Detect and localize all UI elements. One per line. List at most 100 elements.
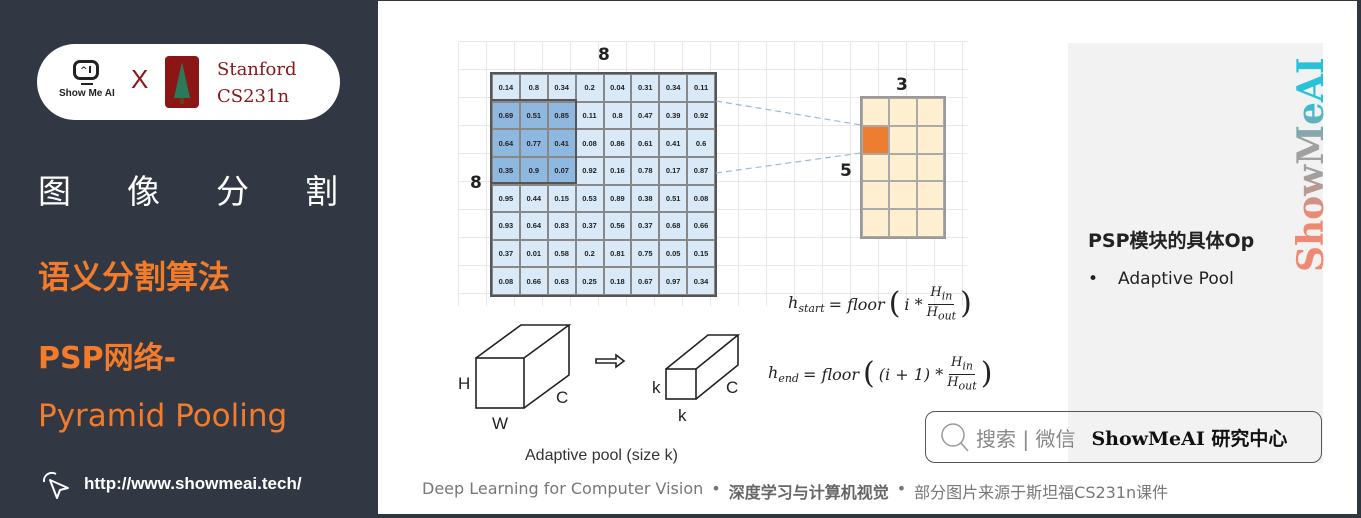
frac-den: H (926, 304, 938, 320)
matrix-cell: 0.35 (492, 156, 520, 185)
stanford-label: Stanford (217, 59, 297, 80)
matrix-cell: 0.34 (547, 74, 576, 102)
matrix-cell: 0.83 (547, 212, 576, 240)
matrix-cell: 0.05 (659, 239, 688, 268)
formula-lhs-sub: end (778, 372, 799, 386)
adaptive-pool-diagram: H W C k k C (458, 324, 741, 431)
matrix-cell: 0.87 (687, 156, 715, 185)
output-cell (889, 181, 917, 210)
projection-line-bottom (716, 152, 862, 174)
matrix-cell: 0.37 (631, 212, 660, 240)
matrix-cell: 0.2 (575, 239, 604, 268)
wechat-search-box[interactable]: 搜索 | 微信 ShowMeAI 研究中心 (925, 411, 1322, 463)
matrix-cell: 0.9 (519, 156, 548, 185)
matrix-cell: 0.14 (492, 74, 520, 102)
matrix-cell: 0.04 (603, 74, 632, 102)
output-cell (862, 153, 890, 182)
matrix-cell: 0.69 (492, 101, 520, 130)
matrix-cell: 0.34 (659, 74, 688, 102)
matrix-cell: 0.2 (575, 74, 604, 102)
matrix-cell: 0.68 (659, 212, 688, 240)
matrix-cell: 0.92 (575, 156, 604, 185)
matrix-cell: 0.08 (492, 267, 520, 295)
matrix-cell: 0.67 (631, 267, 660, 295)
footer-separator: • (711, 479, 721, 498)
output-cell (862, 181, 890, 210)
matrix-cell: 0.77 (519, 129, 548, 157)
matrix-cell: 0.51 (519, 101, 548, 130)
matrix-cell: 0.63 (547, 267, 576, 295)
output-cell (889, 153, 917, 182)
title-char: 割 (305, 172, 338, 211)
website-link[interactable]: http://www.showmeai.tech/ (38, 468, 302, 500)
frac-den: H (947, 374, 959, 390)
logo-banner: ^ Show Me AI X Stanford CS231n (37, 44, 340, 120)
matrix-cell: 0.18 (603, 267, 632, 295)
label-C-output: C (726, 378, 738, 397)
matrix-cell: 0.95 (492, 184, 520, 213)
formula-arg: (i + 1) * (878, 364, 944, 384)
showmeai-logo: ^ Show Me AI (59, 58, 129, 108)
matrix-cell: 0.86 (603, 129, 632, 157)
input-width-label: 8 (598, 45, 610, 65)
stanford-logo-icon (165, 56, 199, 108)
slide: 8 8 3 5 0.14 0.8 0.34 0.2 0.04 0.31 0.34 0.11 0.… (378, 1, 1357, 514)
label-H: H (458, 374, 470, 393)
section-title: 语义分割算法 (38, 258, 231, 296)
output-cell (862, 98, 890, 126)
website-url[interactable]: http://www.showmeai.tech/ (84, 474, 302, 494)
matrix-cell: 0.11 (575, 101, 604, 130)
watermark-text: ShowMeAI (1290, 57, 1332, 272)
cursor-click-icon (42, 471, 69, 499)
matrix-cell: 0.66 (519, 267, 548, 295)
collab-x: X (131, 64, 149, 94)
matrix-cell: 0.08 (575, 129, 604, 157)
bullet-text: Adaptive Pool (1118, 269, 1234, 289)
bottom-border (378, 514, 1361, 518)
matrix-cell: 0.01 (519, 239, 548, 268)
matrix-cell: 0.8 (603, 101, 632, 130)
output-cell (889, 209, 917, 237)
matrix-cell: 0.34 (687, 267, 715, 295)
robot-face-icon: ^ (73, 60, 99, 80)
matrix-cell: 0.15 (687, 239, 715, 268)
matrix-cell: 0.75 (631, 239, 660, 268)
output-width-label: 3 (896, 75, 908, 95)
matrix-cell: 0.6 (687, 129, 715, 157)
matrix-cell: 0.56 (603, 212, 632, 240)
formula-lhs: h (788, 293, 799, 312)
matrix-cell: 0.8 (519, 74, 548, 102)
matrix-cell: 0.97 (659, 267, 688, 295)
frac-num: H (930, 285, 942, 300)
formula-arg: i * (904, 294, 923, 314)
showmeai-logo-text: Show Me AI (59, 88, 115, 99)
matrix-cell: 0.41 (547, 129, 576, 157)
matrix-cell: 0.92 (687, 101, 715, 130)
input-cube-top (475, 324, 572, 359)
label-k-height: k (652, 378, 661, 397)
matrix-cell: 0.38 (631, 184, 660, 213)
input-height-label: 8 (470, 173, 482, 193)
matrix-cell: 0.85 (547, 101, 576, 130)
matrix-cell: 0.39 (659, 101, 688, 130)
search-icon (941, 423, 969, 452)
course-label: CS231n (217, 86, 290, 107)
input-cube-front (475, 357, 525, 409)
notes-panel: PSP模块的具体Op • Adaptive Pool (1068, 43, 1323, 463)
matrix-cell: 0.53 (575, 184, 604, 213)
matrix-cell: 0.51 (659, 184, 688, 213)
matrix-cell: 0.15 (547, 184, 576, 213)
matrix-cell: 0.41 (659, 129, 688, 157)
matrix-cell: 0.17 (659, 156, 688, 185)
matrix-cell: 0.16 (603, 156, 632, 185)
sidebar: ^ Show Me AI X Stanford CS231n 图 像 分 割 语… (0, 0, 378, 518)
footer-source: 部分图片来源于斯坦福CS231n课件 (914, 483, 1169, 502)
bullet-dot: • (1088, 269, 1099, 289)
bullet-item: • Adaptive Pool (1088, 269, 1234, 289)
matrix-cell: 0.37 (575, 212, 604, 240)
diagram-caption: Adaptive pool (size k) (525, 447, 678, 464)
matrix-cell: 0.81 (603, 239, 632, 268)
matrix-cell: 0.31 (631, 74, 660, 102)
title-char: 分 (216, 172, 249, 211)
topic-title: PSP网络- (38, 341, 177, 376)
